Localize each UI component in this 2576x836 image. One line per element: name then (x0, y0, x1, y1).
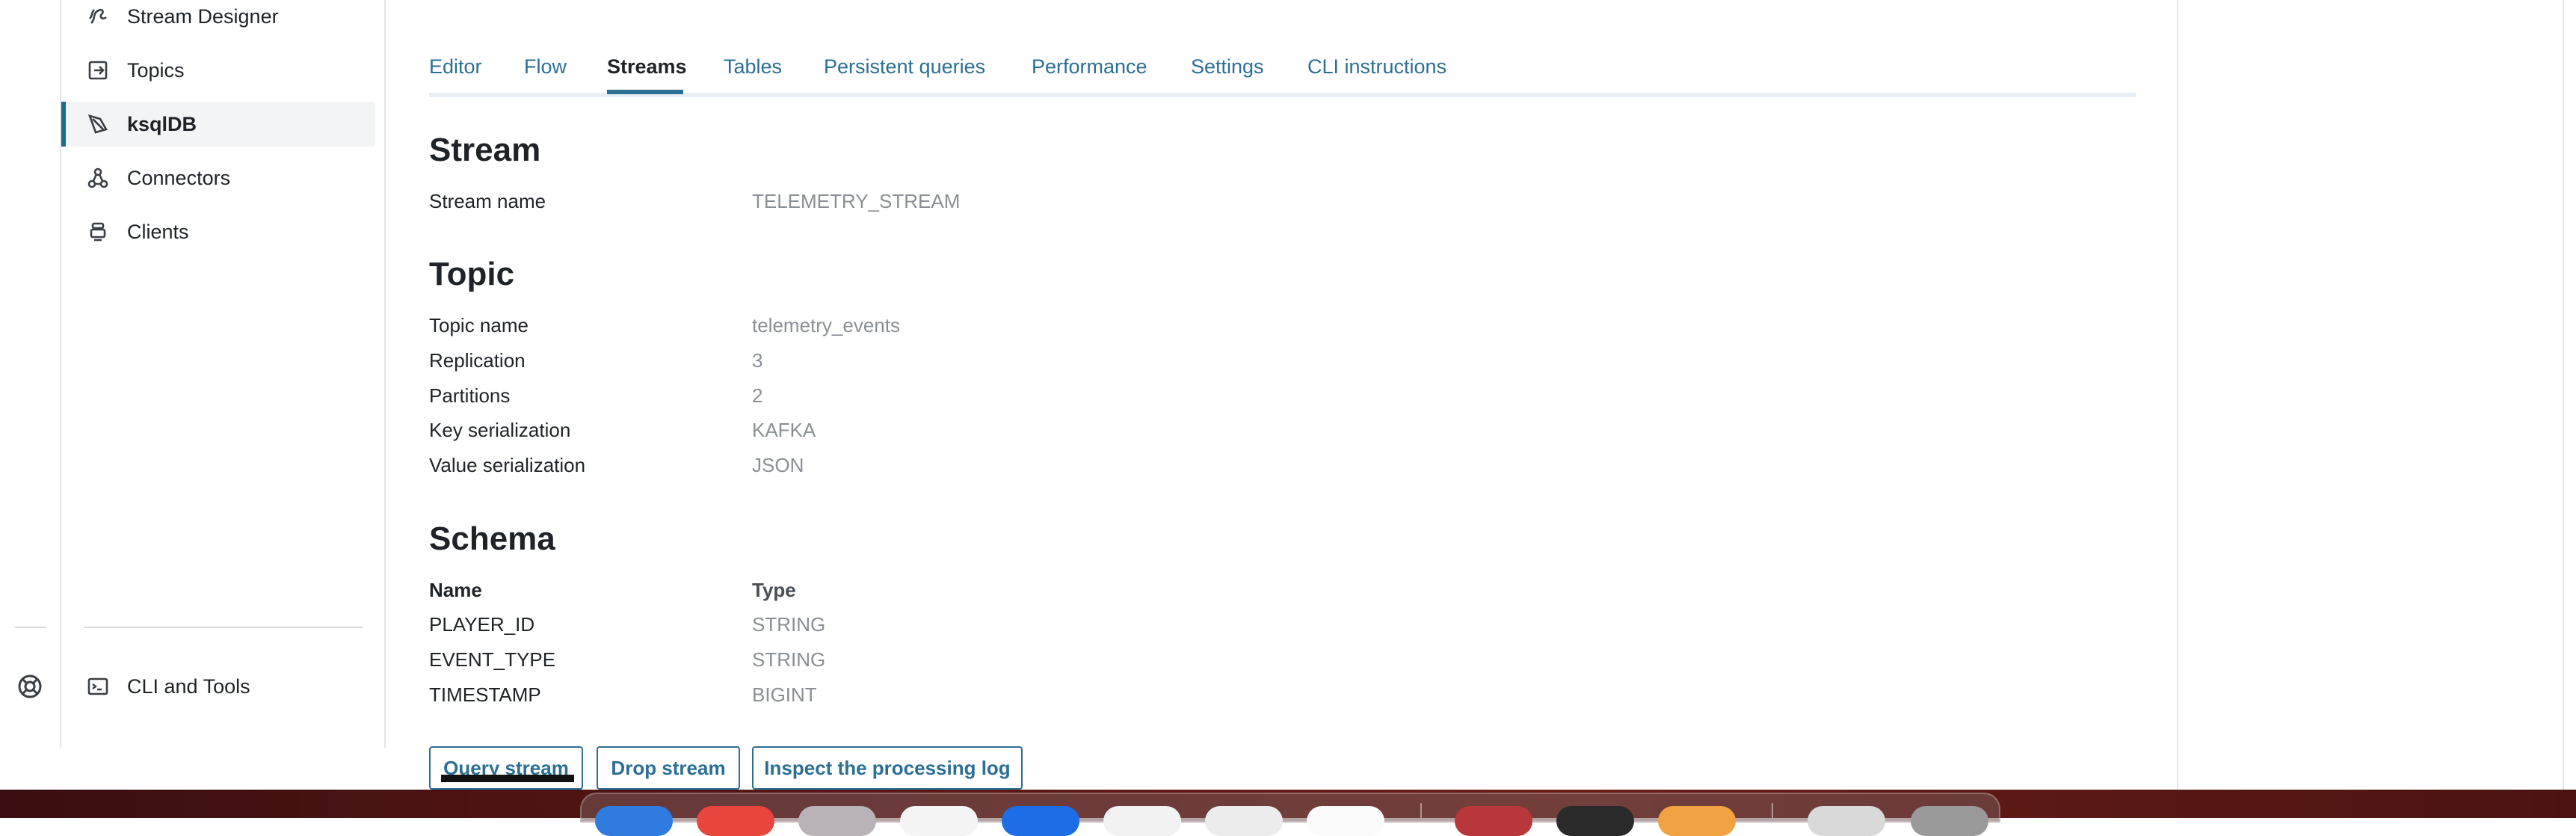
app-icon[interactable] (798, 806, 876, 836)
replication-value: 3 (752, 349, 763, 372)
tab-cli-instructions[interactable]: CLI instructions (1307, 55, 1446, 79)
value-serialization-value: JSON (752, 454, 804, 476)
app-icon[interactable] (1808, 806, 1885, 836)
sidebar-item-label: ksqlDB (127, 112, 197, 135)
stream-heading: Stream (429, 132, 541, 168)
topic-name-label: Topic name (429, 314, 529, 336)
dock (580, 793, 2000, 823)
schema-row-type: STRING (752, 648, 826, 671)
app-icon[interactable] (697, 806, 774, 836)
trash-icon[interactable] (1911, 806, 1988, 836)
sidebar-item-label: Topics (127, 58, 185, 82)
stream-name-value: TELEMETRY_STREAM (752, 190, 961, 212)
partitions-value: 2 (752, 384, 763, 407)
sidebar-item-cli-tools[interactable]: CLI and Tools (63, 664, 375, 709)
app-icon[interactable] (1103, 806, 1181, 836)
tab-bar: Editor Flow Streams Tables Persistent qu… (429, 45, 2136, 97)
app-icon[interactable] (900, 806, 978, 836)
topics-icon (85, 58, 111, 83)
clients-icon (85, 219, 111, 245)
sidebar-item-label: Connectors (127, 166, 231, 189)
tab-editor[interactable]: Editor (429, 55, 482, 79)
app-icon[interactable] (1455, 806, 1532, 836)
sidebar-item-topics[interactable]: Topics (63, 48, 375, 93)
tab-persistent-queries[interactable]: Persistent queries (824, 55, 985, 79)
app-icon[interactable] (1307, 806, 1384, 836)
scrollbar-track[interactable] (2563, 0, 2564, 790)
dock-separator (1420, 803, 1422, 818)
value-serialization-label: Value serialization (429, 454, 586, 476)
dock-separator (1772, 803, 1773, 818)
sidebar-divider (84, 627, 363, 628)
tab-tables[interactable]: Tables (724, 55, 782, 79)
panel-border (2177, 0, 2178, 790)
stream-name-label: Stream name (429, 190, 546, 212)
schema-heading: Schema (429, 520, 555, 557)
key-serialization-value: KAFKA (752, 419, 816, 441)
active-tab-indicator (607, 90, 683, 94)
key-serialization-label: Key serialization (429, 419, 571, 441)
tab-performance[interactable]: Performance (1032, 55, 1147, 79)
schema-row-name: EVENT_TYPE (429, 648, 556, 671)
sidebar-item-stream-designer[interactable]: Stream Designer (63, 0, 375, 39)
topic-heading: Topic (429, 256, 515, 292)
text-cursor-overlay (441, 775, 574, 782)
schema-row-name: TIMESTAMP (429, 683, 541, 706)
icon-rail (0, 0, 61, 748)
replication-label: Replication (429, 349, 526, 372)
schema-type-header: Type (752, 579, 796, 601)
sidebar: Stream Designer Topics ksqlDB Connectors… (61, 0, 386, 748)
rail-divider (15, 627, 46, 628)
app-icon[interactable] (1658, 806, 1736, 836)
ksqldb-icon (85, 111, 111, 137)
sidebar-item-connectors[interactable]: Connectors (63, 156, 375, 200)
sidebar-item-label: Stream Designer (127, 4, 279, 28)
partitions-label: Partitions (429, 384, 511, 407)
tab-settings[interactable]: Settings (1191, 55, 1264, 79)
tab-flow[interactable]: Flow (524, 55, 567, 79)
sidebar-item-ksqldb[interactable]: ksqlDB (61, 102, 375, 147)
schema-row-type: BIGINT (752, 683, 817, 706)
help-icon[interactable] (16, 673, 43, 700)
schema-row-name: PLAYER_ID (429, 613, 535, 636)
terminal-icon (85, 674, 111, 699)
drop-stream-button[interactable]: Drop stream (597, 746, 740, 790)
schema-name-header: Name (429, 579, 482, 601)
app-window: Stream Designer Topics ksqlDB Connectors… (0, 0, 2576, 790)
app-icon[interactable] (1556, 806, 1634, 836)
sidebar-item-label: CLI and Tools (127, 674, 250, 698)
inspect-processing-log-button[interactable]: Inspect the processing log (752, 746, 1023, 790)
query-stream-button[interactable]: Query stream (429, 746, 583, 790)
main-content: Editor Flow Streams Tables Persistent qu… (429, 0, 2137, 790)
sidebar-item-label: Clients (127, 220, 189, 243)
stream-designer-icon (85, 4, 111, 29)
schema-row-type: STRING (752, 613, 826, 636)
connectors-icon (85, 165, 111, 191)
finder-icon[interactable] (595, 806, 673, 836)
sidebar-item-clients[interactable]: Clients (63, 209, 375, 254)
app-icon[interactable] (1002, 806, 1079, 836)
topic-name-value: telemetry_events (752, 314, 900, 336)
tab-streams[interactable]: Streams (607, 55, 687, 79)
app-icon[interactable] (1205, 806, 1283, 836)
